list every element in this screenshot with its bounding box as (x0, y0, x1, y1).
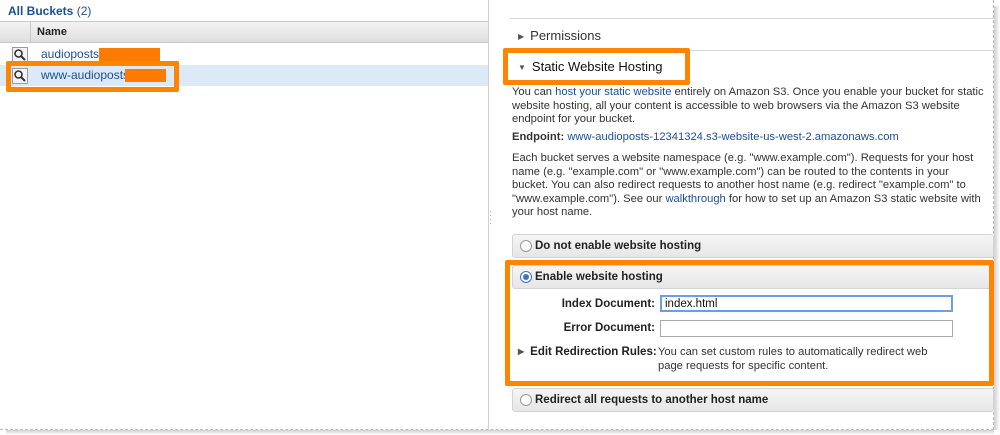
intro-text: endpoint for your bucket. (512, 113, 636, 125)
triangle-right-icon: ▶ (518, 32, 525, 42)
walkthrough-link[interactable]: walkthrough (665, 193, 725, 205)
disable-hosting-label: Do not enable website hosting (535, 240, 702, 252)
namespace-text: "www.example.com"). See our (512, 192, 666, 205)
bucket-count: (2) (76, 4, 92, 18)
namespace-text: your host name. (512, 206, 593, 218)
intro-text: website hosting, all your content is acc… (512, 99, 960, 112)
namespace-text: bucket. You can also redirect requests t… (512, 179, 966, 191)
permissions-label: Permissions (530, 28, 601, 43)
namespace-text: Each bucket serves a website namespace (… (512, 152, 974, 164)
namespace-text: for how to set up an Amazon S3 static we… (725, 192, 981, 205)
namespace-paragraph: Each bucket serves a website namespace (… (512, 152, 994, 220)
all-buckets-title[interactable]: All Buckets (2) (8, 4, 91, 18)
resize-grip-icon[interactable]: · · · · (489, 207, 492, 229)
host-static-website-link[interactable]: host your static website (555, 86, 671, 98)
redaction-mark (99, 48, 160, 61)
bucket-list-panel: All Buckets (2) Name audioposts-1 www-au… (0, 0, 488, 430)
intro-text: entirely on Amazon S3. Once you enable y… (671, 86, 984, 98)
enable-hosting-highlight-box (505, 260, 994, 386)
radio-unchecked[interactable] (520, 240, 532, 252)
section-highlight-box (503, 48, 690, 85)
column-divider (30, 22, 31, 43)
bucket-highlight-box (6, 61, 179, 92)
radio-unchecked[interactable] (520, 394, 532, 406)
redirect-requests-label: Redirect all requests to another host na… (535, 394, 769, 406)
disable-hosting-option[interactable]: Do not enable website hosting (512, 234, 994, 258)
redirect-requests-option[interactable]: Redirect all requests to another host na… (512, 388, 994, 412)
name-column-header[interactable]: Name (0, 21, 488, 43)
frame-shadow (994, 6, 1000, 430)
app-frame: All Buckets (2) Name audioposts-1 www-au… (0, 0, 994, 430)
frame-shadow (6, 430, 994, 435)
name-column-label: Name (37, 26, 67, 38)
all-buckets-label: All Buckets (8, 4, 74, 18)
intro-paragraph: You can host your static website entirel… (512, 86, 994, 127)
namespace-text: name (e.g. "example.com" or "www.example… (512, 165, 949, 178)
divider (510, 18, 994, 19)
permissions-section-toggle[interactable]: ▶ Permissions (518, 28, 601, 43)
endpoint-row: Endpoint: www-audioposts-12341324.s3-web… (512, 131, 994, 145)
endpoint-label: Endpoint: (512, 131, 565, 143)
intro-text: You can (512, 86, 556, 98)
endpoint-link[interactable]: www-audioposts-12341324.s3-website-us-we… (567, 131, 898, 143)
bucket-properties-panel: ▶ Permissions ▼ Static Website Hosting You… (500, 0, 994, 430)
